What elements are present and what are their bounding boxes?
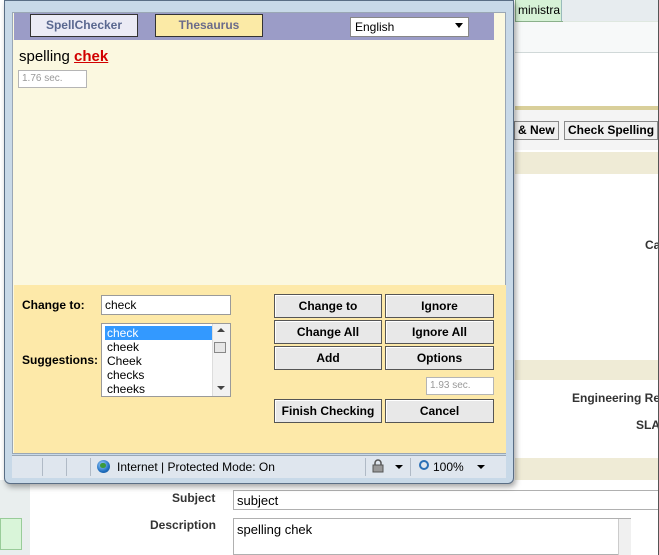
list-item[interactable]: Cheek [105, 354, 212, 368]
ignore-button[interactable]: Ignore [385, 294, 494, 318]
timer-bottom: 1.93 sec. [426, 377, 494, 395]
security-icon[interactable] [372, 459, 384, 473]
page-header [515, 22, 659, 53]
ignore-all-button[interactable]: Ignore All [385, 320, 494, 344]
cancel-button[interactable]: Cancel [385, 399, 494, 423]
suggestions-label: Suggestions: [22, 353, 99, 367]
checked-text: spelling chek [19, 48, 108, 65]
field-label-engineering: Engineering Req [572, 391, 659, 405]
chevron-down-icon[interactable] [395, 465, 403, 469]
chevron-down-icon[interactable] [455, 23, 463, 28]
section-header [515, 360, 659, 380]
scroll-up-icon[interactable] [217, 328, 225, 332]
globe-land [100, 463, 106, 468]
status-divider [410, 458, 411, 476]
section-header [515, 152, 659, 174]
description-scrollbar[interactable] [618, 519, 631, 555]
zoom-level[interactable]: 100% [433, 460, 464, 474]
status-divider [90, 458, 91, 476]
browser-tab-admin[interactable]: ministra [515, 0, 563, 22]
field-label-sla: SLA [636, 418, 659, 432]
list-item[interactable]: cheek [105, 340, 212, 354]
list-item[interactable]: cheeks [105, 382, 212, 396]
side-indicator [0, 518, 22, 550]
language-select[interactable]: English [350, 17, 469, 37]
add-button[interactable]: Add [274, 346, 382, 370]
change-all-button[interactable]: Change All [274, 320, 382, 344]
save-and-new-button[interactable]: & New [514, 121, 559, 140]
chevron-down-icon[interactable] [477, 465, 485, 469]
description-label: Description [150, 518, 217, 532]
misspelled-word[interactable]: chek [74, 48, 108, 65]
zoom-icon[interactable] [419, 460, 429, 470]
subject-input[interactable]: subject [233, 490, 659, 510]
check-spelling-button[interactable]: Check Spelling [564, 121, 659, 140]
description-textarea[interactable]: spelling chek [233, 518, 631, 555]
tab-spellchecker[interactable]: SpellChecker [30, 14, 138, 37]
change-to-button[interactable]: Change to [274, 294, 382, 318]
tab-thesaurus[interactable]: Thesaurus [155, 14, 263, 37]
scroll-down-icon[interactable] [217, 386, 225, 390]
change-to-label: Change to: [22, 298, 85, 312]
finish-checking-button[interactable]: Finish Checking [274, 399, 382, 423]
status-divider [365, 458, 366, 476]
list-item[interactable]: checks [105, 368, 212, 382]
scroll-thumb[interactable] [214, 342, 226, 353]
text-prefix: spelling [19, 48, 70, 65]
change-to-input[interactable]: check [101, 295, 231, 315]
field-label-ca: Ca [645, 238, 659, 252]
subject-label: Subject [172, 491, 216, 505]
options-button[interactable]: Options [385, 346, 494, 370]
status-divider [66, 458, 67, 476]
security-zone-text[interactable]: Internet | Protected Mode: On [117, 460, 275, 474]
list-item[interactable]: check [105, 326, 212, 340]
section-header [515, 458, 659, 480]
browser-tab[interactable] [561, 0, 659, 21]
status-divider [42, 458, 43, 476]
timer-top: 1.76 sec. [18, 70, 87, 88]
